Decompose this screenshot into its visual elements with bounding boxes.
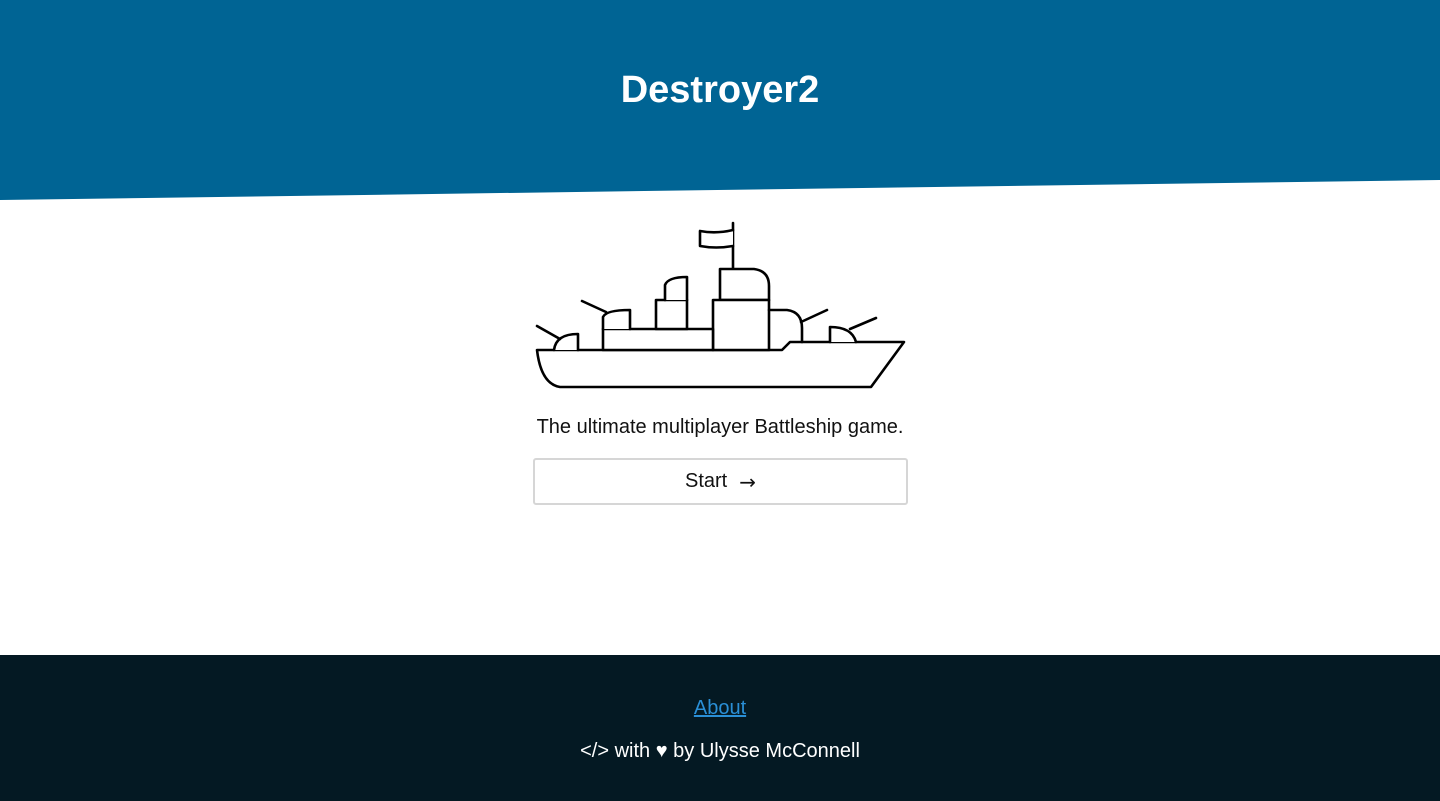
arrow-right-icon: → [739,469,756,494]
page-title: Destroyer2 [620,69,820,111]
about-link-wrapper: About [0,695,1440,721]
battleship-icon [534,220,908,397]
start-button[interactable]: Start → [533,458,908,505]
credit-author: by Ulysse McConnell [673,740,860,762]
footer: About </> with ♥ by Ulysse McConnell [0,655,1440,801]
heart-icon: ♥ [655,740,668,762]
code-icon: </> [580,740,610,762]
credit-with: with [614,740,651,762]
page: Destroyer2 The ultimate multiplayer Batt… [0,0,1440,801]
tagline: The ultimate multiplayer Battleship game… [536,416,904,438]
header: Destroyer2 [0,0,1440,200]
credit-line: </> with ♥ by Ulysse McConnell [0,738,1440,764]
about-link[interactable]: About [694,697,746,719]
start-button-label: Start [684,470,728,492]
